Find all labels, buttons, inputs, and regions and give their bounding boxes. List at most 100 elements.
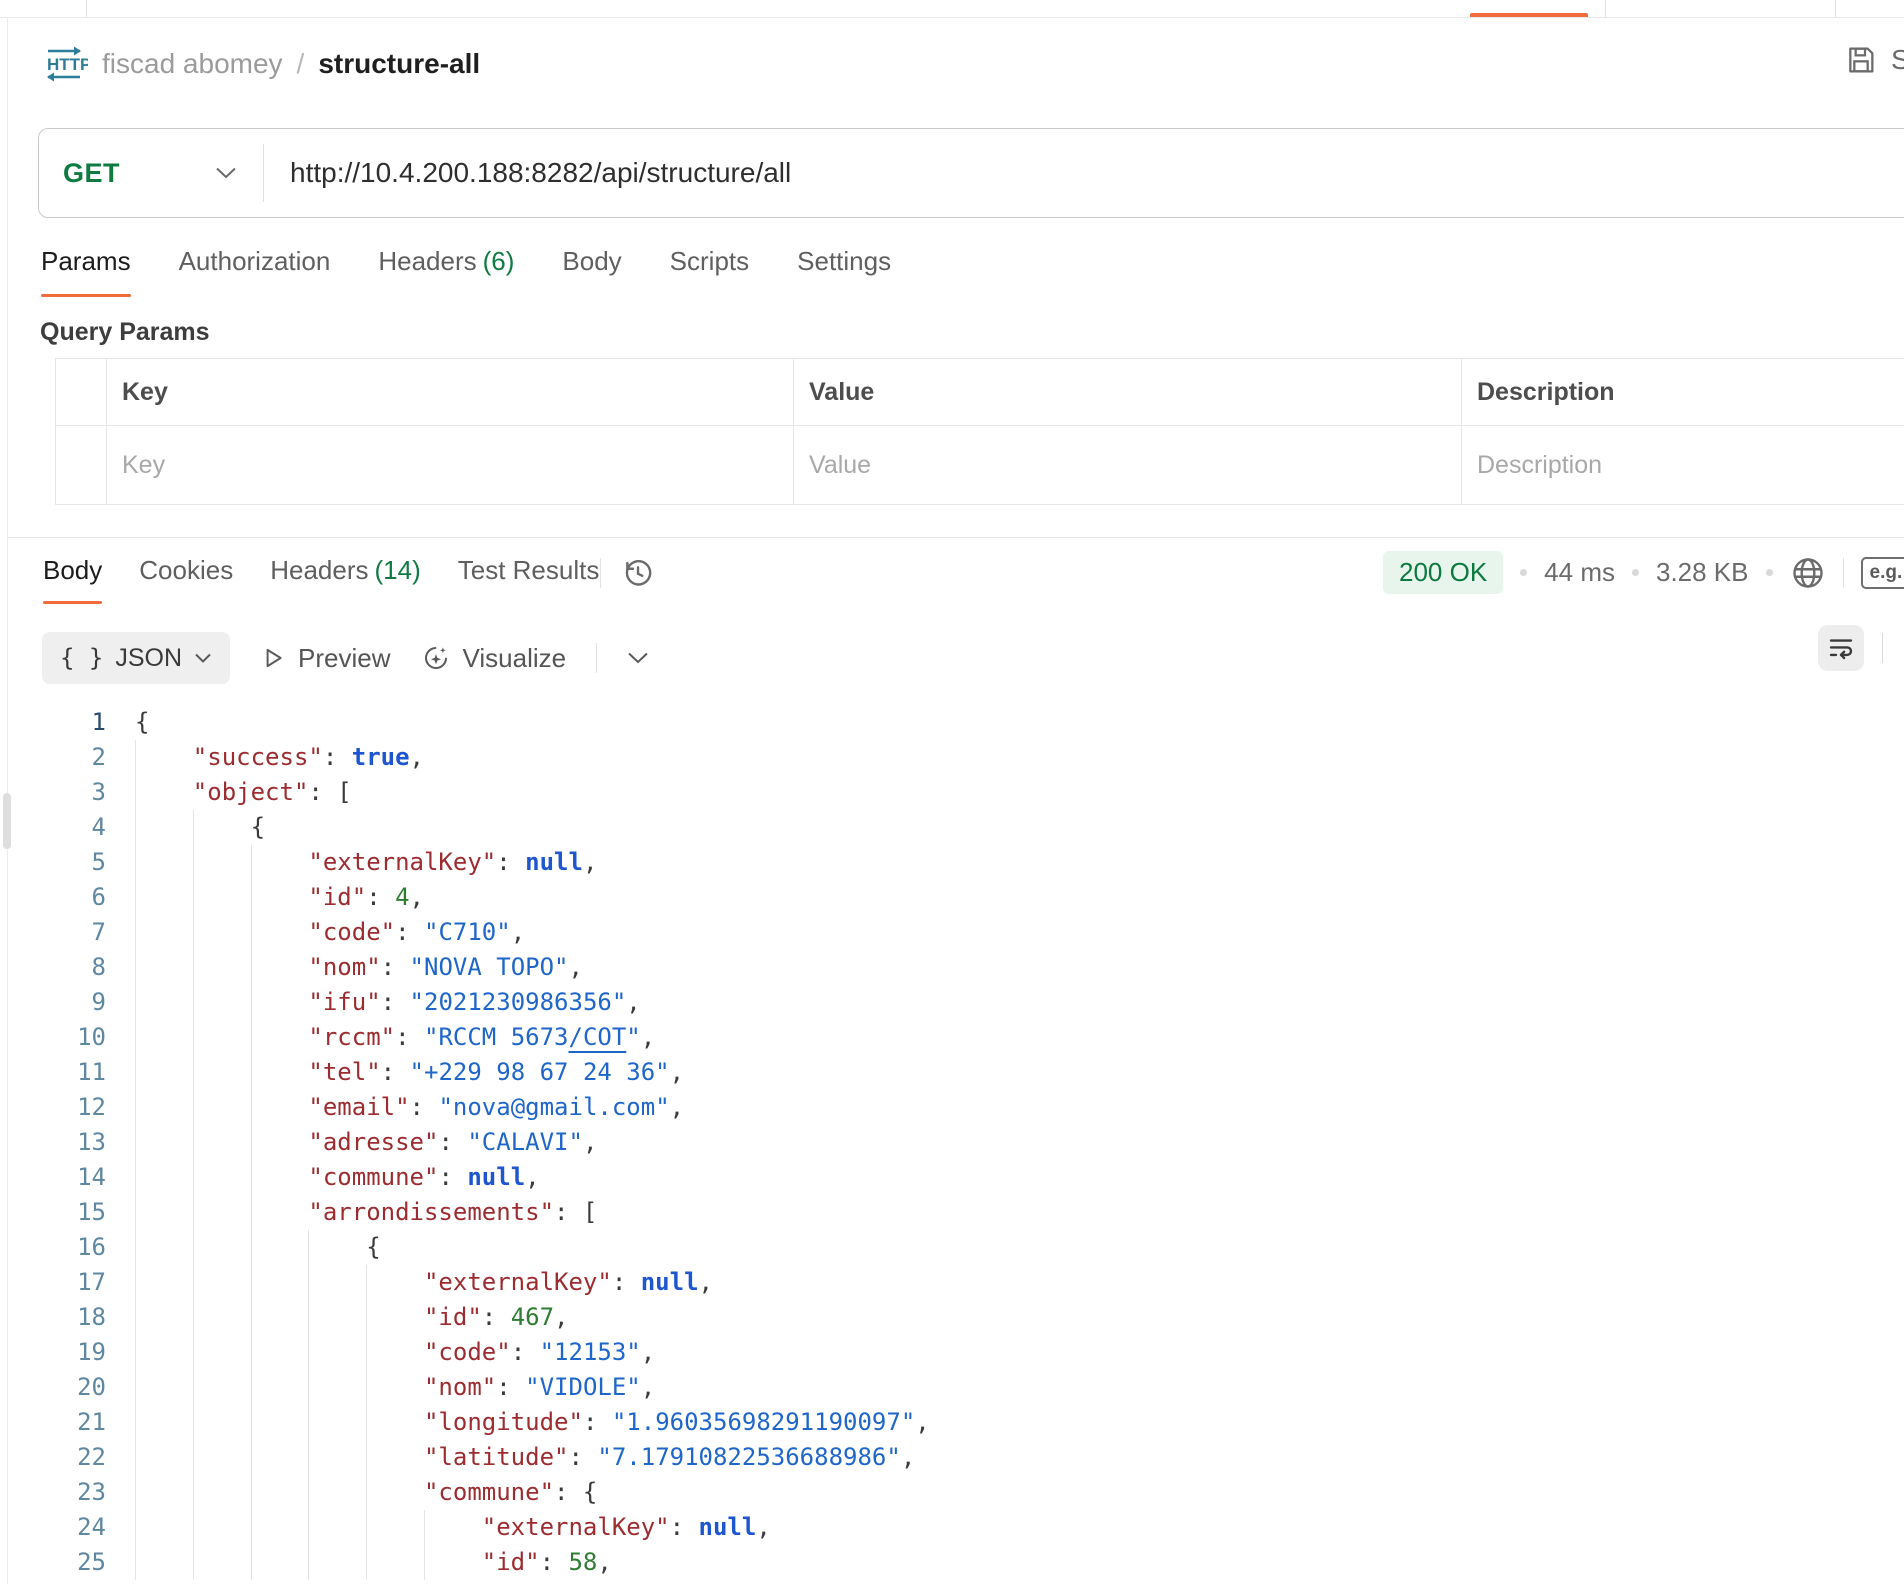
svg-text:HTTP: HTTP [47, 55, 88, 74]
response-size[interactable]: 3.28 KB [1656, 557, 1749, 588]
tab-params[interactable]: Params [41, 246, 131, 297]
indent-guide [308, 1265, 366, 1300]
code-token: : [438, 1163, 467, 1191]
line-number: 16 [0, 1230, 106, 1265]
code-line-content: "commune": null, [135, 1160, 540, 1195]
breadcrumb-collection[interactable]: fiscad abomey [102, 48, 283, 80]
indent-guide [366, 1440, 424, 1475]
code-token: : [395, 918, 424, 946]
preview-button[interactable]: Preview [260, 643, 390, 674]
save-as-example-button[interactable]: e.g. [1861, 557, 1904, 589]
indent-guide [193, 1230, 251, 1265]
indent-guide [193, 1160, 251, 1195]
tab-cookies[interactable]: Cookies [139, 555, 233, 604]
format-dropdown[interactable]: { } JSON [42, 632, 230, 684]
code-line-content: "commune": { [135, 1475, 597, 1510]
code-token: , [569, 953, 583, 981]
indent-guide [308, 1475, 366, 1510]
indent-guide [193, 1090, 251, 1125]
request-tab-strip[interactable] [0, 0, 1904, 18]
code-token: : [496, 1373, 525, 1401]
code-token: "externalKey" [482, 1513, 670, 1541]
code-token: : [323, 743, 352, 771]
column-header-value: Value [809, 378, 874, 407]
code-line: 6"id": 4, [0, 880, 1904, 915]
code-line: 9"ifu": "2021230986356", [0, 985, 1904, 1020]
visualize-button[interactable]: Visualize [421, 643, 567, 674]
tab-scripts[interactable]: Scripts [670, 246, 749, 297]
response-status-bar: 200 OK 44 ms 3.28 KB e.g. [1383, 551, 1904, 594]
detected-link[interactable]: /COT [569, 1023, 627, 1051]
code-line: 10"rccm": "RCCM 5673/COT", [0, 1020, 1904, 1055]
indent-guide [193, 845, 251, 880]
indent-guide [135, 1335, 193, 1370]
code-token: "2021230986356" [410, 988, 627, 1016]
network-globe-icon[interactable] [1790, 555, 1826, 591]
code-line-content: "email": "nova@gmail.com", [135, 1090, 684, 1125]
response-history-icon[interactable] [621, 556, 655, 590]
tab-response-body[interactable]: Body [43, 555, 102, 604]
tab-authorization[interactable]: Authorization [179, 246, 331, 297]
indent-guide [193, 1370, 251, 1405]
row-checkbox-cell[interactable] [56, 426, 107, 504]
indent-guide [366, 1335, 424, 1370]
indent-guide [135, 1195, 193, 1230]
tab-body[interactable]: Body [562, 246, 621, 297]
code-line-content: "success": true, [135, 740, 424, 775]
indent-guide [135, 915, 193, 950]
url-input[interactable]: http://10.4.200.188:8282/api/structure/a… [264, 157, 791, 189]
code-token: : [438, 1128, 467, 1156]
code-token: , [410, 743, 424, 771]
indent-guide [193, 1125, 251, 1160]
code-line-content: { [135, 1230, 381, 1265]
save-label: S [1891, 44, 1904, 76]
code-token: "email" [308, 1093, 409, 1121]
line-number: 21 [0, 1405, 106, 1440]
indent-guide [251, 1300, 309, 1335]
select-all-cell[interactable] [56, 359, 107, 425]
indent-guide [193, 1545, 251, 1580]
tab-settings[interactable]: Settings [797, 246, 891, 297]
response-tabs: Body Cookies Headers(14) Test Results [43, 555, 599, 604]
tab-test-results[interactable]: Test Results [458, 555, 600, 604]
breadcrumb-request-name[interactable]: structure-all [318, 48, 480, 80]
code-line-content: "rccm": "RCCM 5673/COT", [135, 1020, 655, 1055]
breadcrumb: HTTP fiscad abomey / structure-all [40, 38, 480, 90]
code-token: "CALAVI" [467, 1128, 583, 1156]
code-token: , [670, 1058, 684, 1086]
code-line-content: "id": 467, [135, 1300, 569, 1335]
code-line-content: "object": [ [135, 775, 352, 810]
chevron-down-icon[interactable] [627, 651, 649, 665]
description-input[interactable]: Description [1477, 451, 1602, 480]
code-line-content: "externalKey": null, [135, 1510, 771, 1545]
indent-guide [366, 1265, 424, 1300]
code-line-content: "externalKey": null, [135, 1265, 713, 1300]
code-token: , [626, 988, 640, 1016]
code-token: : [395, 1023, 424, 1051]
code-token: : [381, 988, 410, 1016]
tab-headers[interactable]: Headers(6) [378, 246, 514, 297]
indent-guide [251, 1090, 309, 1125]
indent-guide [366, 1370, 424, 1405]
key-input[interactable]: Key [122, 451, 165, 480]
save-button[interactable]: S [1845, 44, 1904, 76]
tab-response-headers[interactable]: Headers(14) [270, 555, 421, 604]
wrap-text-button[interactable] [1818, 625, 1864, 671]
indent-guide [308, 1230, 366, 1265]
response-body-editor[interactable]: 1{2"success": true,3"object": [4{5"exter… [0, 705, 1904, 1584]
indent-guide [135, 1230, 193, 1265]
code-token: "1.96035698291190097" [612, 1408, 915, 1436]
indent-guide [251, 1265, 309, 1300]
code-line-content: "longitude": "1.96035698291190097", [135, 1405, 930, 1440]
magic-wand-icon [421, 643, 451, 673]
response-time[interactable]: 44 ms [1544, 557, 1615, 588]
indent-guide [193, 950, 251, 985]
line-number: 5 [0, 845, 106, 880]
code-token: 4 [395, 883, 409, 911]
indent-guide [251, 880, 309, 915]
code-token: true [352, 743, 410, 771]
status-badge[interactable]: 200 OK [1383, 551, 1503, 594]
code-token: "id" [424, 1303, 482, 1331]
method-dropdown[interactable]: GET [39, 129, 263, 217]
value-input[interactable]: Value [809, 451, 871, 480]
